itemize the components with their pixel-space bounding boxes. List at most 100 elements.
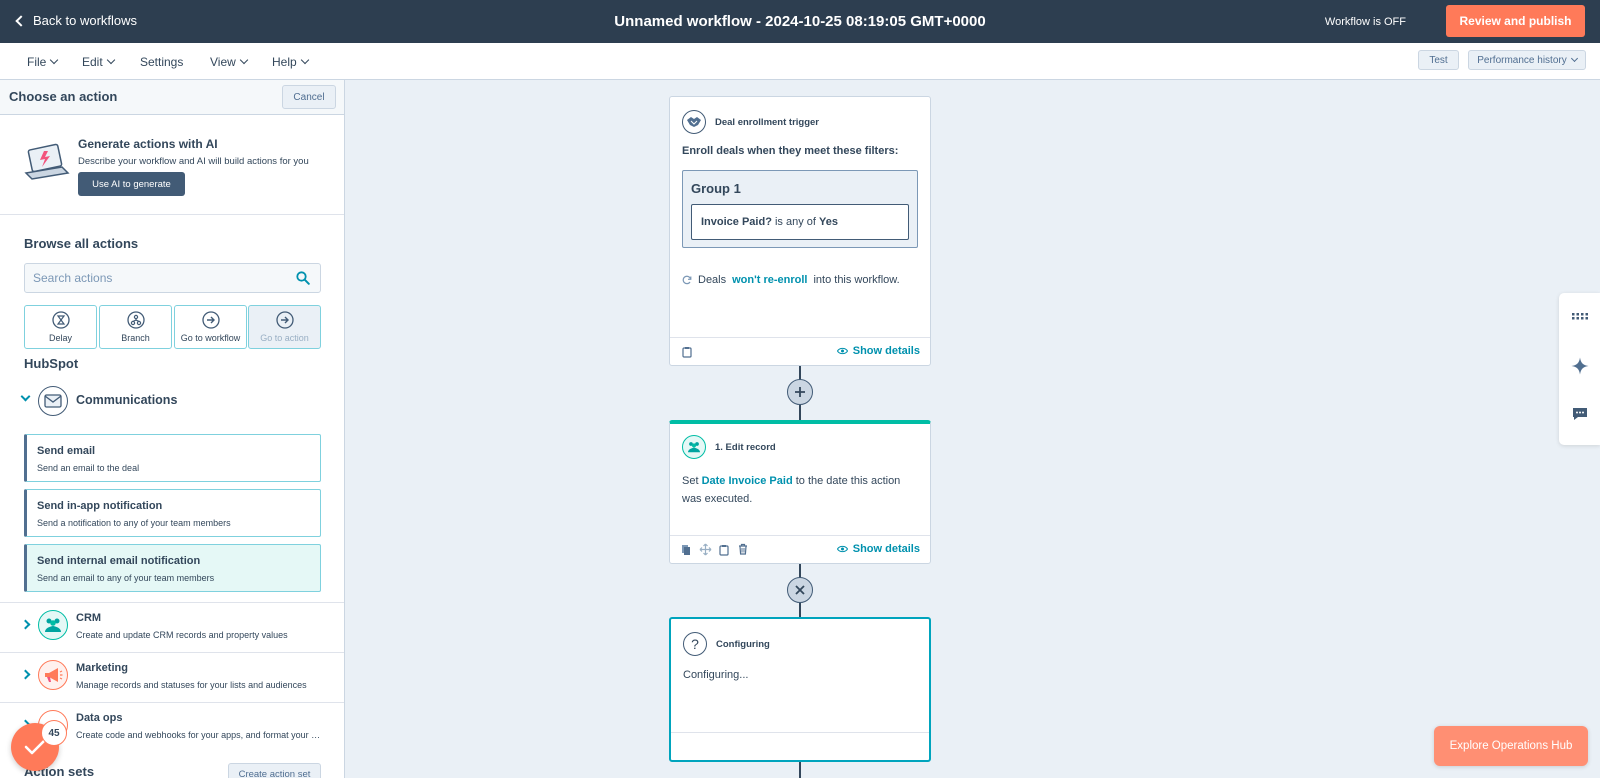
category-marketing[interactable]: Marketing Manage records and statuses fo…: [0, 653, 344, 702]
refresh-icon: [682, 275, 692, 285]
delay-action-tile[interactable]: Delay: [24, 305, 97, 349]
filter-value: Yes: [819, 216, 838, 228]
configuring-body: Configuring...: [683, 669, 749, 681]
configuring-card[interactable]: ? Configuring Configuring...: [669, 617, 931, 762]
ai-generate-section: Generate actions with AI Describe your w…: [0, 115, 344, 215]
send-email-action[interactable]: Send email Send an email to the deal: [24, 434, 321, 482]
edit-record-prefix: Set: [682, 475, 699, 487]
marketing-label: Marketing: [76, 662, 128, 674]
menu-edit-label: Edit: [82, 55, 103, 69]
go-to-action-tile[interactable]: Go to action: [248, 305, 321, 349]
filter-group[interactable]: Group 1 Invoice Paid? is any of Yes: [682, 170, 918, 248]
menu-view[interactable]: View: [210, 55, 249, 69]
top-bar: Back to workflows Unnamed workflow - 202…: [0, 0, 1600, 43]
test-button[interactable]: Test: [1418, 50, 1459, 70]
explore-operations-hub-button[interactable]: Explore Operations Hub: [1434, 726, 1588, 766]
panel-title: Choose an action: [9, 89, 118, 104]
sparkle-icon[interactable]: [1571, 357, 1589, 375]
arrow-right-circle-icon: [275, 311, 294, 329]
edit-record-title: 1. Edit record: [715, 442, 776, 453]
menu-edit[interactable]: Edit: [82, 55, 115, 69]
cancel-button[interactable]: Cancel: [282, 85, 336, 109]
use-ai-to-generate-button[interactable]: Use AI to generate: [78, 172, 185, 196]
choose-action-panel: Choose an action Cancel Generate actions…: [0, 80, 345, 778]
menu-view-label: View: [210, 55, 236, 69]
move-icon[interactable]: [699, 543, 712, 556]
clipboard-icon[interactable]: [719, 544, 729, 556]
card-footer: [671, 732, 929, 760]
edit-record-card[interactable]: 1. Edit record Set Date Invoice Paid to …: [669, 420, 931, 564]
ai-description: Describe your workflow and AI will build…: [78, 156, 309, 167]
menu-help-label: Help: [272, 55, 297, 69]
crm-people-icon: [38, 610, 68, 640]
chevron-down-icon: [50, 55, 59, 65]
chevron-down-icon: [239, 55, 249, 65]
branch-icon: [126, 311, 145, 329]
menu-file[interactable]: File: [27, 55, 59, 69]
right-rail: [1559, 293, 1600, 445]
ai-laptop-illustration: [24, 143, 70, 180]
crm-label: CRM: [76, 612, 102, 624]
checklist-count-badge: 45: [41, 720, 67, 746]
test-label: Test: [1429, 54, 1448, 66]
go-to-workflow-tile[interactable]: Go to workflow: [174, 305, 247, 349]
copy-icon[interactable]: [681, 544, 691, 556]
branch-label: Branch: [121, 333, 150, 343]
go-to-action-label: Go to action: [260, 333, 309, 343]
menu-file-label: File: [27, 55, 47, 69]
send-in-app-notification-action[interactable]: Send in-app notification Send a notifica…: [24, 489, 321, 537]
apps-grid-icon[interactable]: [1571, 307, 1589, 325]
plus-icon: [795, 387, 805, 397]
data-ops-label: Data ops: [76, 712, 123, 724]
search-actions-box: [24, 263, 321, 293]
enrollment-trigger-card[interactable]: Deal enrollment trigger Enroll deals whe…: [669, 96, 931, 366]
performance-history-button[interactable]: Performance history: [1468, 50, 1586, 70]
connector-line: [799, 405, 801, 421]
menu-settings[interactable]: Settings: [140, 55, 183, 69]
arrow-right-circle-icon: [201, 311, 220, 329]
review-and-publish-button[interactable]: Review and publish: [1446, 5, 1585, 37]
cancel-insert-button[interactable]: [787, 577, 813, 603]
chat-icon[interactable]: [1571, 405, 1589, 423]
trash-icon[interactable]: [738, 543, 748, 555]
branch-action-tile[interactable]: Branch: [99, 305, 172, 349]
show-details-link[interactable]: Show details: [836, 345, 920, 357]
search-icon[interactable]: [296, 271, 310, 285]
filter-condition[interactable]: Invoice Paid? is any of Yes: [691, 204, 909, 240]
action-title: Send in-app notification: [37, 500, 163, 512]
filter-property: Invoice Paid?: [701, 216, 772, 228]
trigger-title: Deal enrollment trigger: [715, 117, 819, 128]
menu-settings-label: Settings: [140, 55, 184, 69]
reenroll-suffix: into this workflow.: [813, 274, 900, 286]
search-actions-input[interactable]: [25, 264, 285, 292]
action-desc: Send an email to any of your team member…: [37, 573, 215, 583]
reenroll-link[interactable]: won't re-enroll: [732, 274, 807, 286]
edit-record-property[interactable]: Date Invoice Paid: [702, 475, 793, 487]
action-title: Send internal email notification: [37, 555, 201, 567]
edit-record-body: Set Date Invoice Paid to the date this a…: [682, 472, 918, 508]
close-icon: [795, 585, 805, 595]
marketing-desc: Manage records and statuses for your lis…: [76, 680, 307, 690]
crm-desc: Create and update CRM records and proper…: [76, 630, 288, 640]
data-ops-desc: Create code and webhooks for your apps, …: [76, 730, 321, 740]
menu-help[interactable]: Help: [272, 55, 309, 69]
reenroll-note: Deals won't re-enroll into this workflow…: [682, 274, 900, 286]
clipboard-icon[interactable]: [682, 346, 692, 358]
crm-people-icon: [682, 435, 706, 459]
show-details-link[interactable]: Show details: [836, 543, 920, 555]
card-footer: Show details: [670, 535, 930, 563]
connector-line: [799, 761, 801, 778]
add-action-button[interactable]: [787, 379, 813, 405]
show-details-label: Show details: [852, 543, 920, 555]
chevron-down-icon: [106, 55, 115, 65]
send-internal-email-notification-action[interactable]: Send internal email notification Send an…: [24, 544, 321, 592]
workflow-status: Workflow is OFF: [1324, 16, 1406, 28]
communications-icon: [38, 386, 68, 416]
create-action-set-button[interactable]: Create action set: [228, 763, 321, 778]
group-label: Group 1: [691, 181, 741, 196]
category-crm[interactable]: CRM Create and update CRM records and pr…: [0, 603, 344, 652]
category-communications[interactable]: Communications: [0, 383, 344, 419]
trigger-subtitle: Enroll deals when they meet these filter…: [682, 145, 899, 157]
delay-label: Delay: [48, 333, 72, 343]
show-details-label: Show details: [852, 345, 920, 357]
